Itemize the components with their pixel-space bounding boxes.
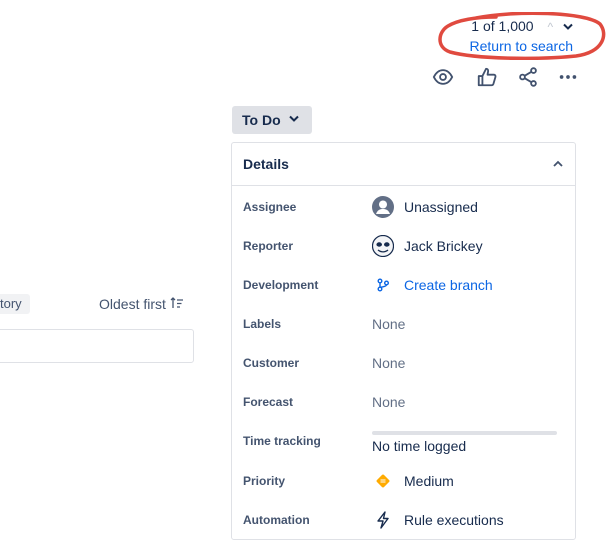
thumbs-up-icon[interactable]	[476, 66, 498, 88]
details-header[interactable]: Details	[232, 143, 575, 186]
avatar-placeholder-icon	[372, 195, 394, 218]
field-label: Labels	[243, 316, 282, 331]
history-tab[interactable]: tory	[0, 294, 30, 314]
more-icon[interactable]	[557, 66, 579, 88]
field-labels: Labels None	[232, 304, 575, 343]
time-tracking-value[interactable]: No time logged	[372, 438, 466, 454]
field-label: Reporter	[243, 238, 294, 253]
field-priority: Priority Medium	[232, 461, 575, 500]
field-label: Development	[243, 277, 319, 292]
reporter-value[interactable]: Jack Brickey	[372, 234, 483, 257]
field-time-tracking: Time tracking No time logged	[232, 421, 575, 460]
assignee-value[interactable]: Unassigned	[372, 195, 478, 218]
sort-icon	[170, 297, 184, 312]
share-icon[interactable]	[517, 66, 539, 88]
lightning-icon	[372, 509, 394, 531]
status-button[interactable]: To Do	[232, 106, 312, 134]
status-label: To Do	[242, 112, 281, 128]
chevron-down-icon	[288, 114, 299, 126]
time-tracking-bar[interactable]	[372, 431, 557, 435]
field-label: Automation	[243, 512, 310, 527]
pager: 1 of 1,000 ^	[471, 18, 573, 34]
field-development: Development Create branch	[232, 265, 575, 304]
create-branch-link[interactable]: Create branch	[372, 274, 493, 296]
eye-icon[interactable]	[432, 66, 454, 88]
field-reporter: Reporter Jack Brickey	[232, 226, 575, 265]
labels-value[interactable]: None	[372, 316, 405, 332]
branch-icon	[372, 274, 394, 296]
field-forecast: Forecast None	[232, 382, 575, 421]
field-label: Forecast	[243, 394, 294, 409]
chevron-up-icon[interactable]: ^	[547, 20, 553, 34]
details-title: Details	[243, 156, 289, 172]
details-panel: Details Assignee Unassigned Reporter Jac…	[231, 142, 576, 540]
comment-input[interactable]	[0, 329, 194, 363]
rule-executions-link[interactable]: Rule executions	[372, 509, 504, 531]
field-label: Time tracking	[243, 433, 321, 448]
sort-label: Oldest first	[99, 296, 166, 312]
return-to-search-link[interactable]: Return to search	[470, 38, 574, 54]
pager-count: 1 of 1,000	[471, 18, 534, 34]
customer-value[interactable]: None	[372, 355, 405, 371]
avatar-icon	[372, 234, 394, 257]
forecast-value[interactable]: None	[372, 394, 405, 410]
field-automation: Automation Rule executions	[232, 500, 575, 539]
sort-toggle[interactable]: Oldest first	[99, 296, 184, 312]
field-label: Priority	[243, 473, 286, 488]
field-label: Assignee	[243, 199, 297, 214]
priority-value[interactable]: Medium	[372, 470, 454, 492]
chevron-up-icon[interactable]	[553, 157, 563, 171]
priority-medium-icon	[372, 470, 394, 492]
chevron-down-icon[interactable]	[563, 20, 573, 34]
field-customer: Customer None	[232, 343, 575, 382]
field-assignee: Assignee Unassigned	[232, 187, 575, 226]
field-label: Customer	[243, 355, 300, 370]
